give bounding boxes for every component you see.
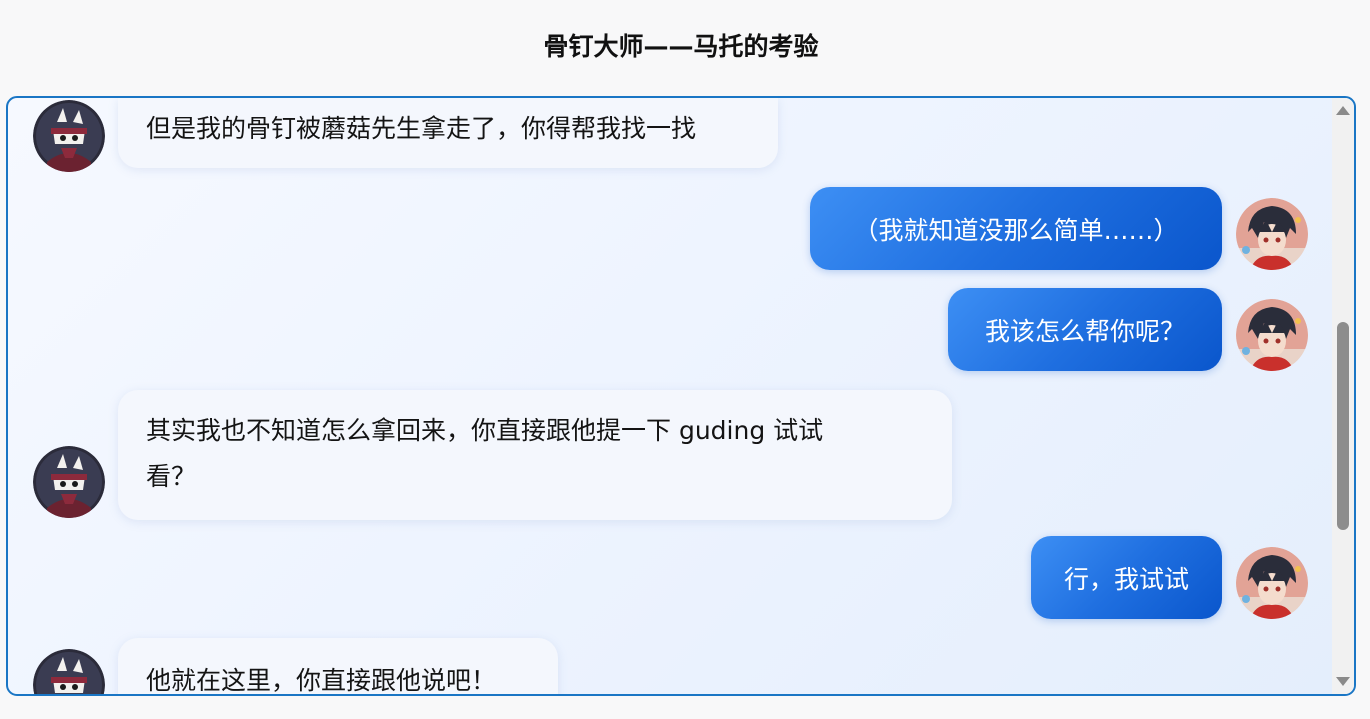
npc-avatar-icon (33, 100, 105, 172)
page-title: 骨钉大师——马托的考验 (543, 32, 819, 61)
npc-message-bubble: 但是我的骨钉被蘑菇先生拿走了，你得帮我找一找 (118, 98, 778, 168)
message-text: 我该怎么帮你呢？ (984, 316, 1185, 346)
scrollbar-thumb[interactable] (1337, 322, 1349, 530)
scroll-up-arrow-icon[interactable] (1336, 106, 1350, 115)
npc-avatar-icon (33, 446, 105, 518)
user-avatar-icon (1236, 299, 1308, 371)
message-text: 但是我的骨钉被蘑菇先生拿走了，你得帮我找一找 (146, 114, 697, 143)
npc-avatar-icon (33, 649, 105, 694)
message-text-line: 看？ (146, 462, 197, 491)
user-message-bubble: （我就知道没那么简单……） (810, 187, 1222, 270)
chat-window: 但是我的骨钉被蘑菇先生拿走了，你得帮我找一找 （我就知道没那么简单……） 我该怎… (6, 96, 1356, 696)
message-text: 行，我试试 (1063, 564, 1189, 594)
message-list: 但是我的骨钉被蘑菇先生拿走了，你得帮我找一找 （我就知道没那么简单……） 我该怎… (8, 98, 1330, 694)
scroll-down-arrow-icon[interactable] (1336, 677, 1350, 686)
user-message-bubble: 行，我试试 (1031, 536, 1222, 619)
message-text: 他就在这里，你直接跟他说吧！ (146, 666, 497, 694)
message-text: （我就知道没那么简单……） (853, 215, 1179, 245)
vertical-scrollbar[interactable] (1332, 98, 1354, 694)
user-avatar-icon (1236, 198, 1308, 270)
message-text-line: 其实我也不知道怎么拿回来，你直接跟他提一下 guding 试试 (146, 416, 824, 445)
npc-message-bubble: 其实我也不知道怎么拿回来，你直接跟他提一下 guding 试试 看？ (118, 390, 952, 520)
npc-message-bubble: 他就在这里，你直接跟他说吧！ (118, 638, 558, 694)
user-avatar-icon (1236, 547, 1308, 619)
user-message-bubble: 我该怎么帮你呢？ (948, 288, 1222, 371)
